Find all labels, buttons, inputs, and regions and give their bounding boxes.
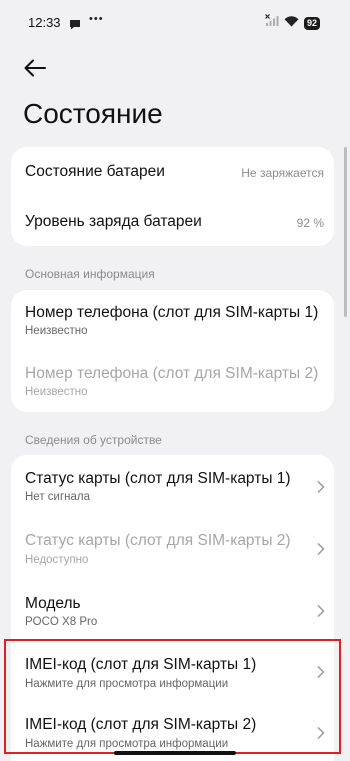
sim1-card-status-row[interactable]: Статус карты (слот для SIM-карты 1) Нет … xyxy=(11,455,334,517)
arrow-left-icon xyxy=(24,59,46,77)
battery-state-row[interactable]: Состояние батареи Не заряжается xyxy=(11,147,334,197)
sim2-card-status-label: Статус карты (слот для SIM-карты 2) xyxy=(25,532,291,549)
status-time: 12:33 xyxy=(28,15,61,30)
wifi-icon xyxy=(284,14,299,32)
chevron-right-icon xyxy=(317,604,325,618)
page-title: Состояние xyxy=(23,98,163,129)
chevron-right-icon xyxy=(317,542,325,556)
no-sim-signal-icon xyxy=(265,14,279,32)
status-icons: 92 xyxy=(265,14,320,32)
phone-number-sim2-row: Номер телефона (слот для SIM-карты 2) Не… xyxy=(11,351,334,412)
battery-icon: 92 xyxy=(303,16,320,30)
section-header-device-info: Сведения об устройстве xyxy=(25,433,162,447)
basic-info-card: Номер телефона (слот для SIM-карты 1) Не… xyxy=(11,290,334,412)
phone-number-sim1-value: Неизвестно xyxy=(25,325,88,337)
back-button[interactable] xyxy=(20,54,50,82)
sim2-card-status-row[interactable]: Статус карты (слот для SIM-карты 2) Недо… xyxy=(11,517,334,579)
chat-bubble-icon xyxy=(69,17,81,35)
phone-number-sim1-row[interactable]: Номер телефона (слот для SIM-карты 1) Не… xyxy=(11,290,334,351)
imei-sim1-label: IMEI-код (слот для SIM-карты 1) xyxy=(25,656,257,673)
sim1-card-status-label: Статус карты (слот для SIM-карты 1) xyxy=(25,470,291,487)
battery-state-label: Состояние батареи xyxy=(25,163,165,180)
sim1-card-status-value: Нет сигнала xyxy=(25,491,91,503)
model-row[interactable]: Модель POCO X8 Pro xyxy=(11,579,334,639)
scrollbar[interactable] xyxy=(344,147,347,317)
model-value: POCO X8 Pro xyxy=(25,616,98,628)
section-header-basic-info: Основная информация xyxy=(25,267,155,281)
home-indicator[interactable] xyxy=(114,751,236,755)
phone-number-sim2-label: Номер телефона (слот для SIM-карты 2) xyxy=(25,365,319,382)
sim2-card-status-value: Недоступно xyxy=(25,554,89,566)
imei-sim1-row[interactable]: IMEI-код (слот для SIM-карты 1) Нажмите … xyxy=(11,639,334,699)
battery-card: Состояние батареи Не заряжается Уровень … xyxy=(11,147,334,246)
status-bar: 12:33 ••• 92 xyxy=(0,0,350,42)
imei-sim1-hint: Нажмите для просмотра информации xyxy=(25,678,229,690)
more-notifications-icon: ••• xyxy=(89,13,104,25)
phone-number-sim1-label: Номер телефона (слот для SIM-карты 1) xyxy=(25,304,319,321)
chevron-right-icon xyxy=(317,665,325,679)
model-label: Модель xyxy=(25,595,81,612)
chevron-right-icon xyxy=(317,726,325,740)
battery-state-value: Не заряжается xyxy=(241,166,324,180)
device-info-card: Статус карты (слот для SIM-карты 1) Нет … xyxy=(11,455,334,761)
battery-level-row[interactable]: Уровень заряда батареи 92 % xyxy=(11,197,334,246)
phone-number-sim2-value: Неизвестно xyxy=(25,386,88,398)
chevron-right-icon xyxy=(317,480,325,494)
imei-sim2-label: IMEI-код (слот для SIM-карты 2) xyxy=(25,716,257,733)
battery-level-value: 92 % xyxy=(296,216,324,230)
imei-sim2-hint: Нажмите для просмотра информации xyxy=(25,738,229,750)
battery-level-label: Уровень заряда батареи xyxy=(25,213,202,230)
